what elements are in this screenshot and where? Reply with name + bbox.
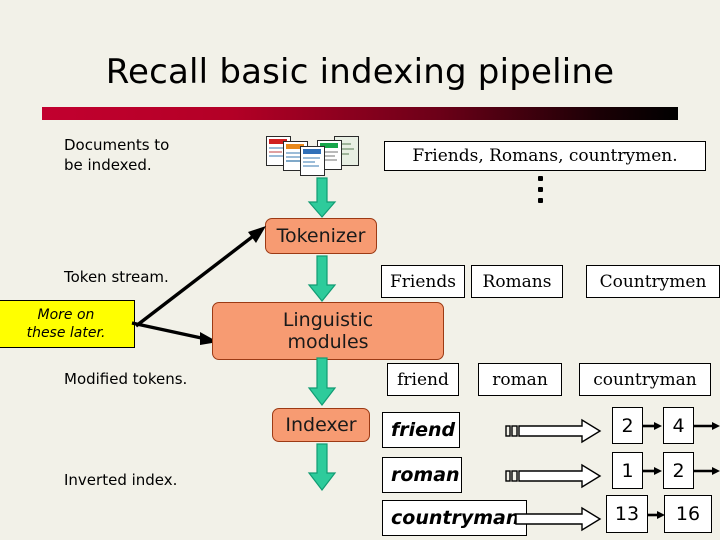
posting-continues-arrow-icon (694, 419, 720, 433)
modified-token-box: countryman (579, 363, 711, 396)
dictionary-term: friend (382, 412, 460, 448)
posting-cell: 2 (612, 407, 643, 444)
hollow-right-arrow-icon (505, 418, 602, 444)
stage-linguistic-modules[interactable]: Linguistic modules (212, 302, 444, 360)
sample-document-text: Friends, Romans, countrymen. (384, 141, 706, 171)
dictionary-term: countryman (382, 500, 527, 536)
token-box: Friends (381, 265, 465, 298)
caption-inverted-index: Inverted index. (64, 471, 178, 489)
green-down-arrow-icon (307, 177, 337, 218)
caption-documents: Documents to be indexed. (64, 136, 170, 174)
caption-modified-tokens: Modified tokens. (64, 370, 188, 388)
modified-token-box: friend (387, 363, 459, 396)
posting-cell: 13 (606, 495, 648, 533)
hollow-right-arrow-icon (505, 463, 602, 489)
vertical-ellipsis-icon (535, 176, 545, 209)
green-down-arrow-icon (307, 443, 337, 492)
dictionary-term: roman (382, 457, 462, 493)
modified-token-box: roman (478, 363, 562, 396)
stage-tokenizer[interactable]: Tokenizer (265, 218, 377, 254)
callout-arrow-to-linguistic-modules (128, 316, 223, 350)
title-accent-bar (42, 107, 678, 120)
hollow-right-arrow-icon (515, 506, 602, 532)
posting-cell: 2 (663, 452, 694, 489)
posting-continues-arrow-icon (694, 464, 720, 478)
posting-cell: 1 (612, 452, 643, 489)
callout-more-on-these-later: More on these later. (0, 300, 135, 348)
page-title: Recall basic indexing pipeline (105, 52, 615, 92)
green-down-arrow-icon (307, 255, 337, 302)
posting-link-arrow-icon (643, 419, 663, 433)
token-box: Countrymen (586, 265, 720, 298)
slide-canvas: Recall basic indexing pipeline Documents… (0, 0, 720, 540)
posting-cell: 16 (664, 495, 712, 533)
posting-cell: 4 (663, 407, 694, 444)
document-stack-icon (266, 136, 366, 178)
token-box: Romans (471, 265, 563, 298)
stage-indexer[interactable]: Indexer (272, 408, 370, 442)
green-down-arrow-icon (307, 357, 337, 406)
posting-link-arrow-icon (643, 464, 663, 478)
